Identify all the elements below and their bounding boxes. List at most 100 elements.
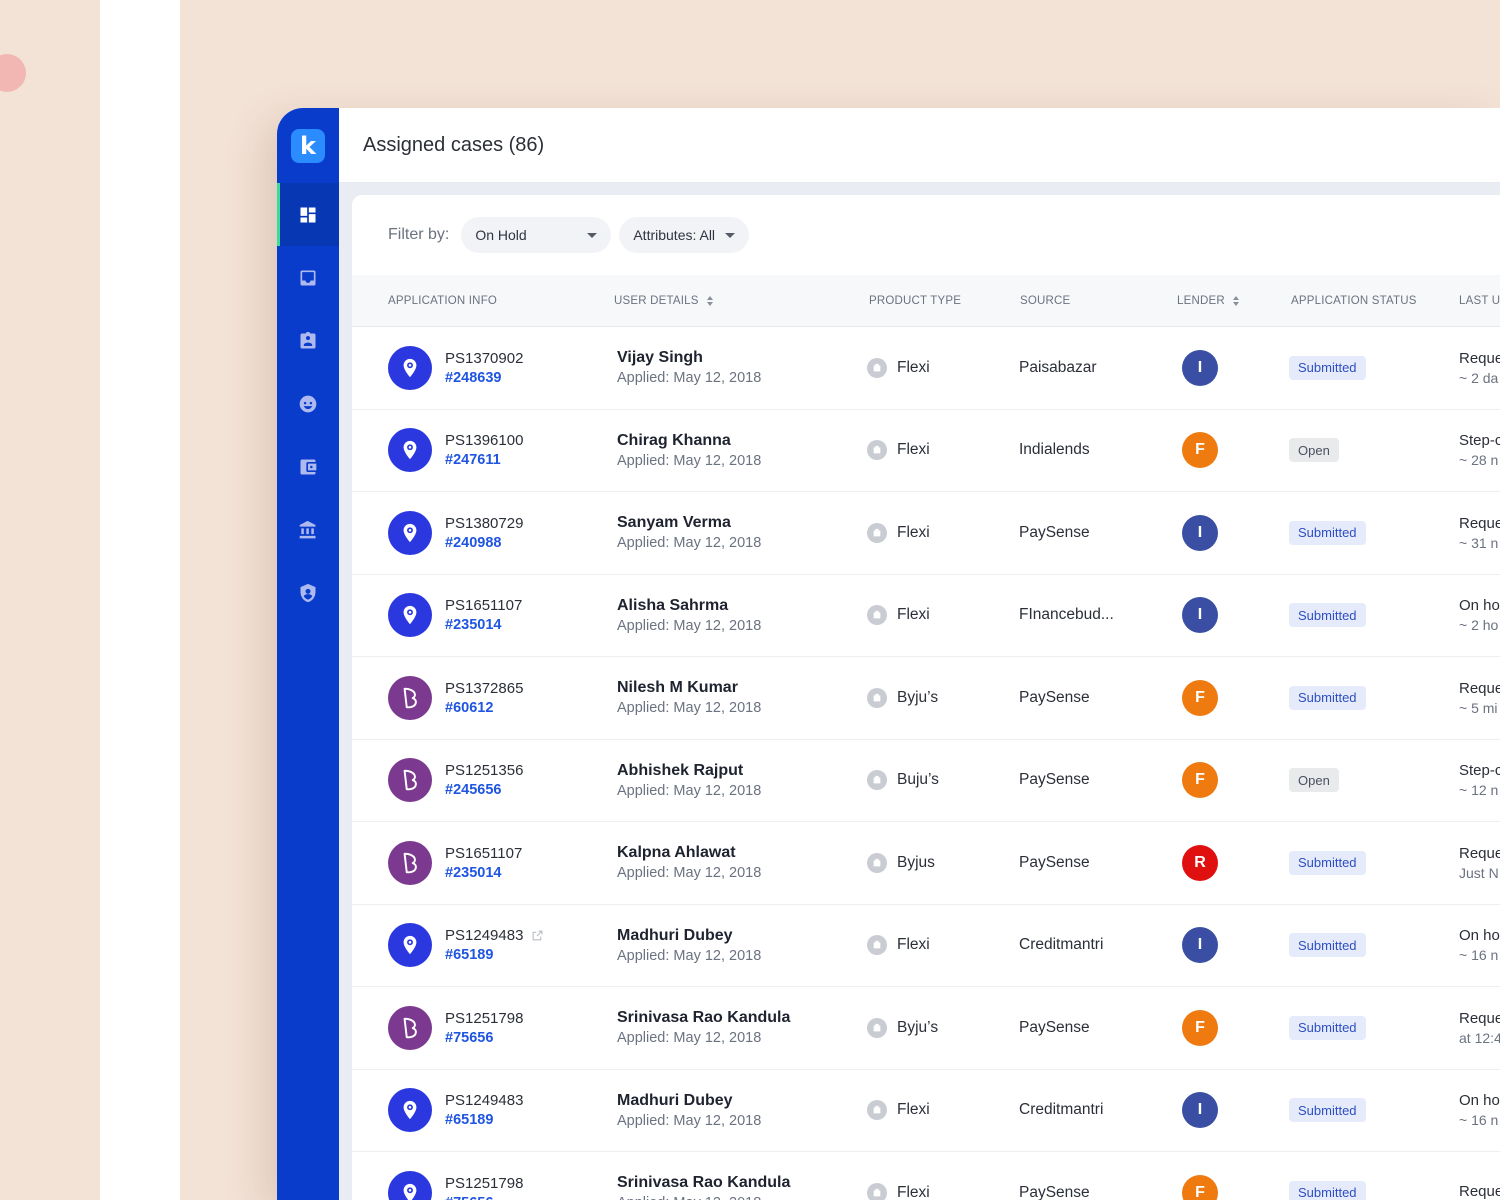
status-cell: Submitted: [1289, 657, 1366, 739]
application-number-link[interactable]: #235014: [445, 865, 522, 881]
sidebar-item-bank[interactable]: [277, 498, 339, 561]
application-number-link[interactable]: #75656: [445, 1195, 523, 1200]
column-header-user-details[interactable]: USER DETAILS: [614, 275, 713, 327]
assignment-icon: [300, 331, 316, 348]
last-updated-title: Reque: [1459, 1182, 1500, 1200]
status-cell: Open: [1289, 410, 1339, 492]
user-name: Abhishek Rajput: [617, 761, 744, 779]
product-icon: [867, 935, 887, 956]
location-pin-logo-icon: [388, 1170, 432, 1200]
table-row[interactable]: PS1380729 #240988 Sanyam Verma Applied: …: [352, 492, 1500, 575]
lender-cell: F: [1182, 987, 1218, 1069]
product-type: Flexi: [897, 523, 930, 541]
source: Creditmantri: [1019, 1101, 1104, 1119]
application-info-cell: PS1370902 #248639: [388, 327, 523, 409]
application-number-link[interactable]: #65189: [445, 947, 544, 963]
application-id: PS1380729: [445, 515, 523, 532]
application-info-cell: PS1380729 #240988: [388, 492, 523, 574]
last-updated-cell: On ho ~ 2 ho: [1459, 575, 1500, 657]
applied-date: Applied: May 12, 2018: [617, 617, 762, 634]
status-filter-dropdown[interactable]: On Hold: [461, 217, 612, 253]
product-type-cell: Flexi: [867, 1070, 930, 1152]
sidebar-item-dashboard[interactable]: [277, 183, 339, 246]
source: FInancebud...: [1019, 606, 1114, 624]
status-cell: Submitted: [1289, 822, 1366, 904]
app-logo[interactable]: k: [291, 128, 325, 163]
table-row[interactable]: PS1249483 #65189 Madhuri Dubey Applied: …: [352, 905, 1500, 987]
table-row[interactable]: PS1396100 #247611 Chirag Khanna Applied:…: [352, 410, 1500, 492]
sort-icon: [1232, 296, 1239, 306]
last-updated-title: Reque: [1459, 514, 1500, 532]
product-type-cell: Flexi: [867, 327, 930, 409]
source-cell: PaySense: [1019, 657, 1090, 739]
byjus-logo-icon: [388, 1005, 432, 1050]
product-type: Flexi: [897, 1183, 930, 1200]
lender-cell: I: [1182, 905, 1218, 987]
source-cell: Creditmantri: [1019, 1070, 1103, 1152]
application-number-link[interactable]: #60612: [445, 700, 523, 716]
application-id: PS1372865: [445, 680, 523, 697]
applied-date: Applied: May 12, 2018: [617, 535, 762, 552]
application-number-link[interactable]: #75656: [445, 1030, 523, 1046]
column-header-product-type: PRODUCT TYPE: [869, 275, 961, 327]
column-header-lender[interactable]: LENDER: [1177, 275, 1239, 327]
source: PaySense: [1019, 688, 1090, 706]
source: PaySense: [1019, 1018, 1090, 1036]
source-cell: Indialends: [1019, 410, 1090, 492]
byjus-logo-icon: [388, 675, 432, 720]
applied-date: Applied: May 12, 2018: [617, 700, 762, 717]
lender-avatar: I: [1182, 927, 1218, 964]
user-details-cell: Vijay Singh Applied: May 12, 2018: [617, 327, 761, 409]
sidebar-item-security[interactable]: [277, 561, 339, 624]
lender-cell: I: [1182, 492, 1218, 574]
location-pin-logo-icon: [388, 345, 432, 390]
application-info-cell: PS1249483 #65189: [388, 1070, 523, 1152]
sidebar-item-assignment[interactable]: [277, 309, 339, 372]
table-row[interactable]: PS1251356 #245656 Abhishek Rajput Applie…: [352, 740, 1500, 822]
user-name: Kalpna Ahlawat: [617, 844, 736, 862]
status-badge: Submitted: [1289, 1015, 1366, 1040]
status-badge: Submitted: [1289, 850, 1366, 875]
external-link-icon[interactable]: [531, 929, 544, 942]
status-badge: Submitted: [1289, 355, 1366, 380]
source: PaySense: [1019, 523, 1090, 541]
sidebar-item-inbox[interactable]: [277, 246, 339, 309]
status-cell: Submitted: [1289, 492, 1366, 574]
application-id: PS1651107: [445, 597, 522, 614]
column-label: LAST U: [1459, 295, 1500, 307]
table-row[interactable]: PS1249483 #65189 Madhuri Dubey Applied: …: [352, 1070, 1500, 1152]
last-updated-title: Reque: [1459, 679, 1500, 697]
application-number-link[interactable]: #247611: [445, 452, 523, 468]
caret-down-icon: [725, 232, 736, 238]
application-number-link[interactable]: #240988: [445, 535, 523, 551]
application-info-cell: PS1251356 #245656: [388, 740, 523, 822]
last-updated-cell: On ho ~ 16 n: [1459, 905, 1500, 987]
user-name: Madhuri Dubey: [617, 1091, 733, 1109]
application-number-link[interactable]: #65189: [445, 1112, 523, 1128]
table-row[interactable]: PS1370902 #248639 Vijay Singh Applied: M…: [352, 327, 1500, 410]
application-number-link[interactable]: #248639: [445, 370, 523, 386]
lender-avatar: I: [1182, 597, 1218, 634]
table-row[interactable]: PS1651107 #235014 Alisha Sahrma Applied:…: [352, 575, 1500, 657]
user-name: Sanyam Verma: [617, 514, 731, 532]
caret-down-icon: [587, 232, 598, 238]
table-row[interactable]: PS1251798 #75656 Srinivasa Rao Kandula A…: [352, 1152, 1500, 1200]
sidebar-item-wallet[interactable]: [277, 435, 339, 498]
status-badge: Open: [1289, 768, 1339, 793]
application-id: PS1370902: [445, 350, 523, 367]
sidebar-item-face[interactable]: [277, 372, 339, 435]
application-number-link[interactable]: #235014: [445, 617, 522, 633]
table-row[interactable]: PS1251798 #75656 Srinivasa Rao Kandula A…: [352, 987, 1500, 1070]
application-number-link[interactable]: #245656: [445, 782, 523, 798]
product-icon: [867, 357, 887, 378]
last-updated-cell: Step-c ~ 28 n: [1459, 410, 1500, 492]
source-cell: PaySense: [1019, 740, 1090, 822]
lender-cell: I: [1182, 1070, 1218, 1152]
last-updated-cell: Reque: [1459, 1152, 1500, 1200]
last-updated-time: Just N: [1459, 864, 1499, 881]
attributes-filter-dropdown[interactable]: Attributes: All: [619, 217, 750, 253]
user-details-cell: Srinivasa Rao Kandula Applied: May 12, 2…: [617, 987, 790, 1069]
table-row[interactable]: PS1651107 #235014 Kalpna Ahlawat Applied…: [352, 822, 1500, 905]
user-details-cell: Nilesh M Kumar Applied: May 12, 2018: [617, 657, 761, 739]
table-row[interactable]: PS1372865 #60612 Nilesh M Kumar Applied:…: [352, 657, 1500, 740]
